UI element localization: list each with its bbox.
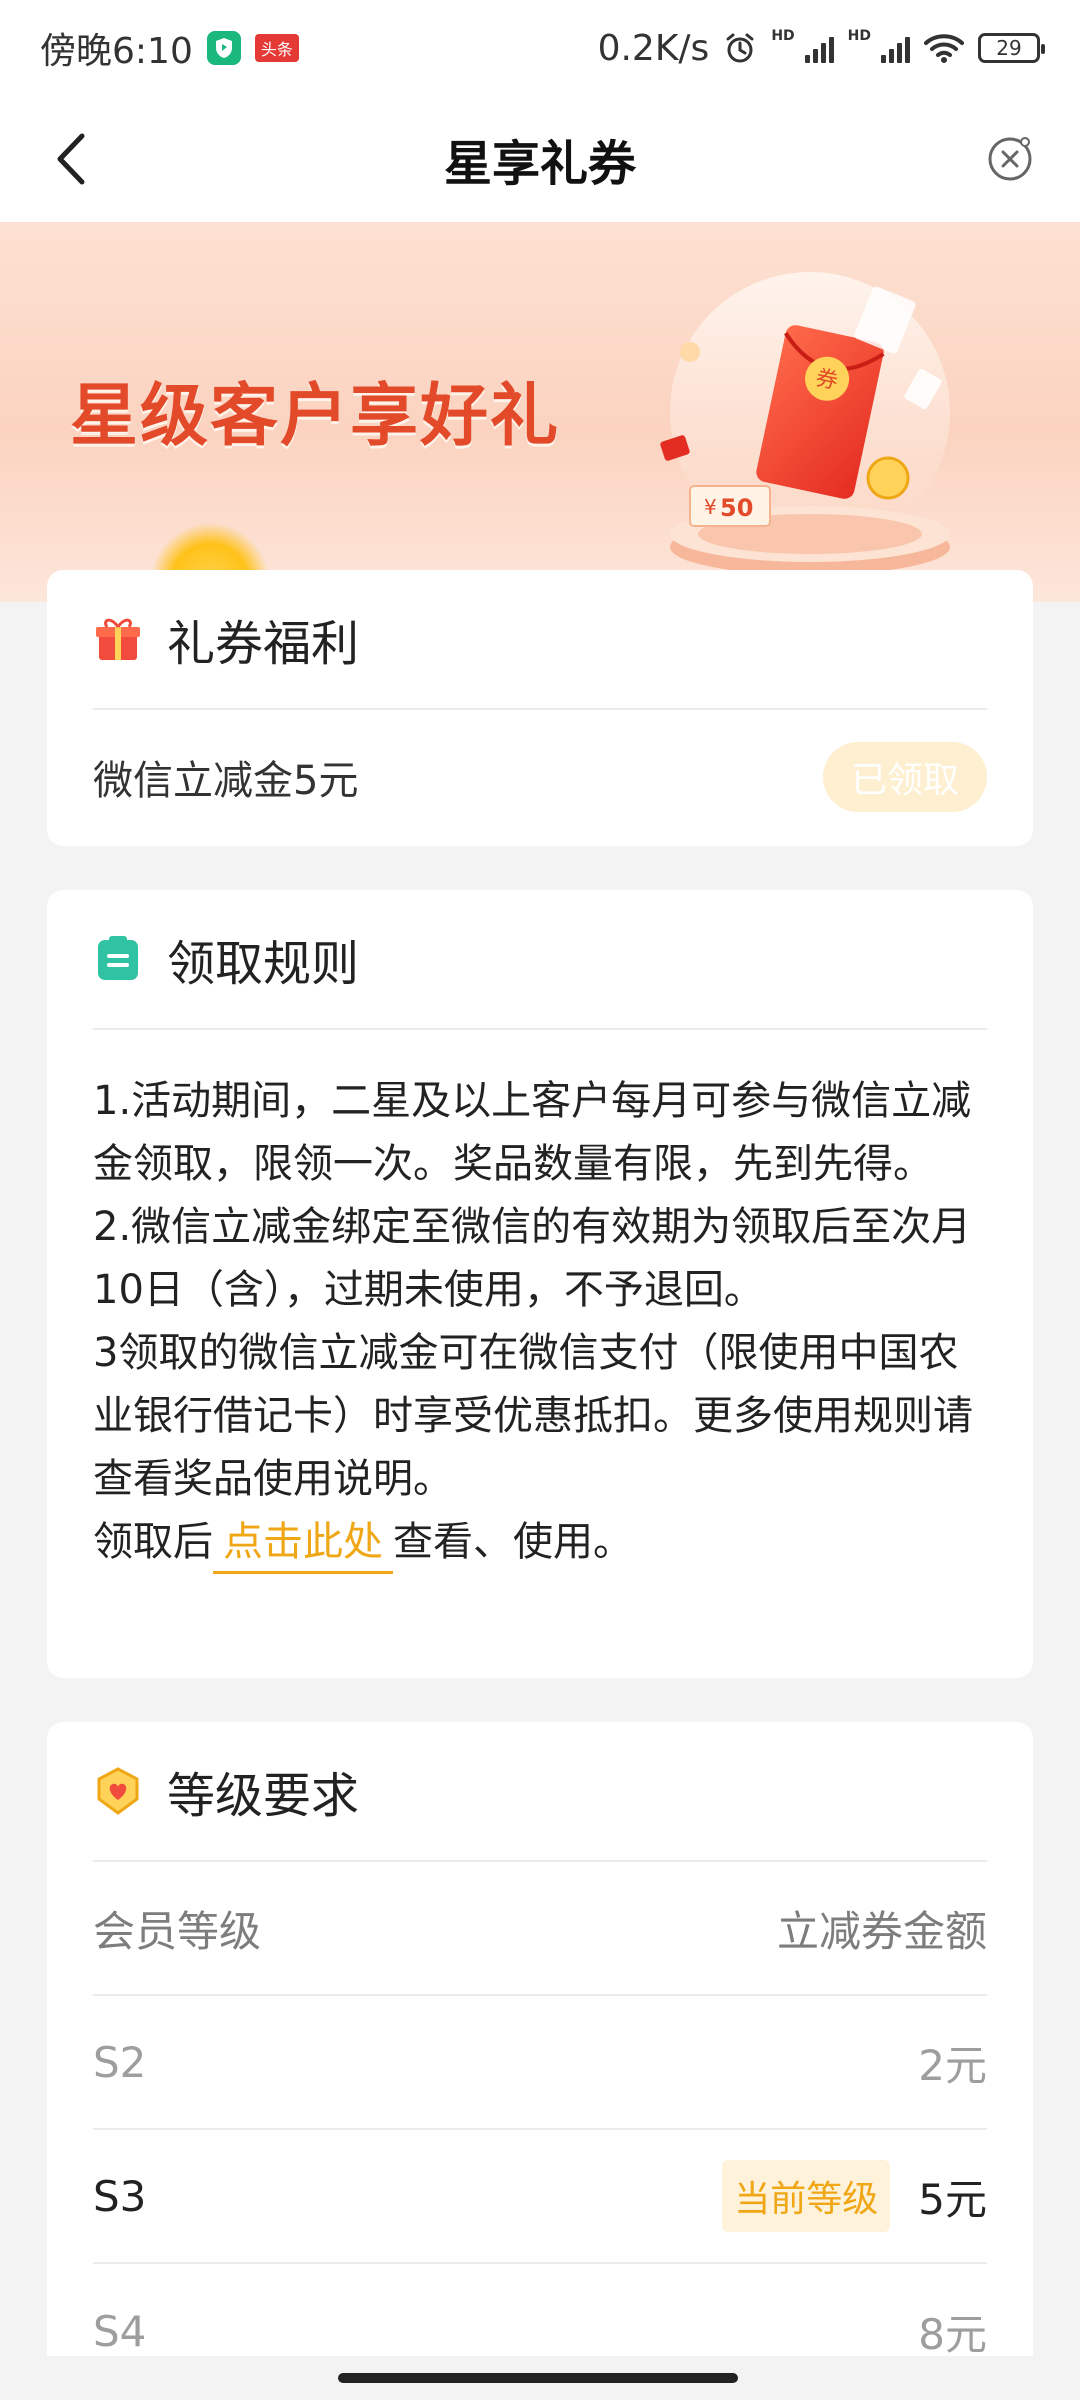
rules-card-title: 领取规则 — [167, 936, 360, 992]
rule-line-4: 领取后 点击此处 查看、使用。 — [93, 1511, 987, 1574]
hd-label-1: HD — [771, 28, 795, 44]
level-name: S4 — [93, 2306, 147, 2356]
col-amount-header: 立减券金额 — [776, 1906, 987, 1956]
benefit-card: 礼券福利 微信立减金5元 已领取 — [47, 570, 1033, 846]
level-card-title: 等级要求 — [167, 1768, 360, 1824]
level-card: 等级要求 会员等级 立减券金额 S2 2元 S3 当前等级 5元 S4 8元 — [47, 1722, 1033, 2400]
rules-body: 1.活动期间，二星及以上客户每月可参与微信立减金领取，限领一次。奖品数量有限，先… — [93, 1030, 987, 1574]
status-bar: 傍晚6:10 头条 0.2K/s HD HD 29 — [0, 0, 1080, 96]
shield-app-icon — [206, 31, 241, 65]
signal-icon-2 — [881, 33, 910, 63]
current-level-tag: 当前等级 — [722, 2160, 891, 2232]
battery-level: 29 — [996, 36, 1022, 60]
claimed-button[interactable]: 已领取 — [823, 742, 987, 812]
rule-line-1: 1.活动期间，二星及以上客户每月可参与微信立减金领取，限领一次。奖品数量有限，先… — [93, 1078, 972, 1187]
col-level-header: 会员等级 — [93, 1906, 262, 1956]
home-indicator[interactable] — [338, 2373, 738, 2383]
level-amount: 8元 — [918, 2309, 987, 2359]
level-name: S2 — [93, 2037, 147, 2087]
rule-line-2: 2.微信立减金绑定至微信的有效期为领取后至次月10日（含），过期未使用，不予退回… — [93, 1204, 972, 1313]
level-amount: 5元 — [918, 2174, 987, 2224]
table-row-current: S3 当前等级 5元 — [93, 2130, 987, 2264]
rules-card-header: 领取规则 — [93, 890, 987, 1030]
banner-headline: 星级客户享好礼 — [70, 377, 561, 456]
news-badge: 头条 — [254, 34, 299, 62]
page-title: 星享礼券 — [443, 136, 636, 192]
status-left: 傍晚6:10 头条 — [40, 22, 299, 74]
level-name: S3 — [93, 2171, 147, 2221]
benefit-card-header: 礼券福利 — [93, 570, 987, 710]
wifi-icon — [924, 34, 964, 63]
nav-bar: 星享礼券 — [0, 96, 1080, 222]
benefit-item-row: 微信立减金5元 已领取 — [93, 710, 987, 844]
battery-icon: 29 — [978, 33, 1045, 63]
rule-link-suffix: 查看、使用。 — [393, 1519, 633, 1565]
chevron-left-icon[interactable] — [40, 126, 106, 192]
badge-heart-icon — [97, 1767, 139, 1815]
signal-icon-1 — [804, 33, 834, 63]
coupon-symbol: ¥ — [704, 495, 717, 519]
alarm-icon — [726, 33, 754, 63]
rule-link-prefix: 领取后 — [93, 1519, 213, 1565]
gift-icon — [96, 618, 140, 660]
benefit-card-title: 礼券福利 — [167, 616, 360, 672]
rule-line-3: 3领取的微信立减金可在微信支付（限使用中国农业银行借记卡）时享受优惠抵扣。更多使… — [93, 1330, 973, 1502]
close-circle-icon[interactable] — [980, 129, 1040, 189]
click-here-link[interactable]: 点击此处 — [213, 1519, 393, 1574]
clipboard-icon — [98, 936, 138, 980]
network-speed: 0.2K/s — [597, 27, 710, 69]
level-table-header: 会员等级 立减券金额 — [93, 1862, 987, 1996]
benefit-item-name: 微信立减金5元 — [93, 758, 359, 804]
red-envelope-gift-illustration: 券 ¥ 50 — [660, 272, 950, 575]
hd-label-2: HD — [847, 28, 871, 44]
promo-banner: 星级客户享好礼 券 ¥ 50 — [0, 222, 1080, 602]
status-right: 0.2K/s HD HD 29 — [597, 27, 1045, 69]
status-time: 傍晚6:10 — [40, 31, 193, 72]
coupon-value: 50 — [720, 494, 753, 522]
rules-card: 领取规则 1.活动期间，二星及以上客户每月可参与微信立减金领取，限领一次。奖品数… — [47, 890, 1033, 1678]
level-right: 当前等级 5元 — [722, 2160, 987, 2232]
table-row: S2 2元 — [93, 1996, 987, 2130]
page: 傍晚6:10 头条 0.2K/s HD HD 29 星享礼券 星级客户享好礼 券… — [0, 0, 1080, 2400]
level-amount: 2元 — [918, 2040, 987, 2090]
level-card-header: 等级要求 — [93, 1722, 987, 1862]
